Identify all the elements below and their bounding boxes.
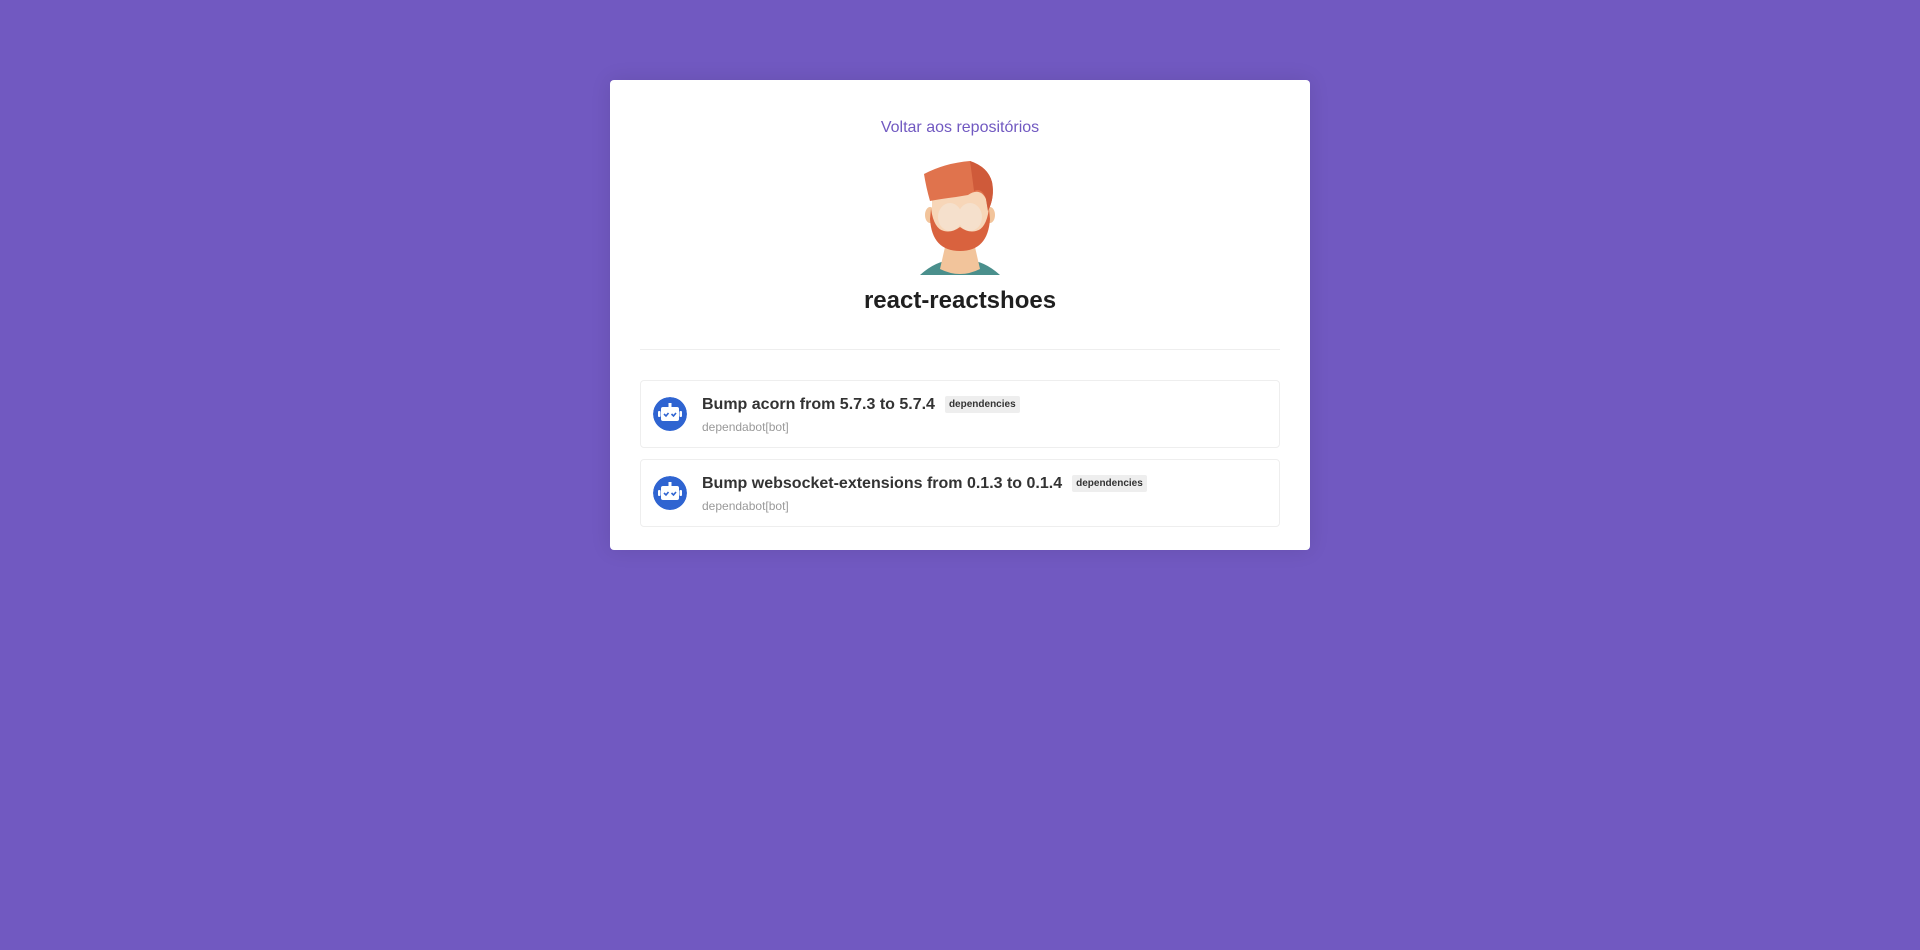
issue-label: dependencies — [1072, 474, 1147, 492]
issue-title-row: Bump acorn from 5.7.3 to 5.7.4 dependenc… — [702, 395, 1020, 414]
dependabot-avatar-icon — [653, 476, 687, 510]
repository-name: react-reactshoes — [863, 287, 1057, 314]
issue-item: Bump acorn from 5.7.3 to 5.7.4 dependenc… — [640, 380, 1280, 448]
repository-card: Voltar aos repositórios react-reactshoes — [610, 80, 1310, 550]
issue-title-link[interactable]: Bump acorn from 5.7.3 to 5.7.4 — [702, 395, 935, 414]
issue-list: Bump acorn from 5.7.3 to 5.7.4 dependenc… — [640, 380, 1280, 527]
issue-author: dependabot[bot] — [702, 498, 789, 513]
issue-title-row: Bump websocket-extensions from 0.1.3 to … — [702, 474, 1147, 493]
issue-body: Bump acorn from 5.7.3 to 5.7.4 dependenc… — [702, 395, 1020, 434]
issue-title-link[interactable]: Bump websocket-extensions from 0.1.3 to … — [702, 474, 1062, 493]
dependabot-avatar-icon — [653, 397, 687, 431]
issue-author: dependabot[bot] — [702, 419, 789, 434]
back-to-repositories-link[interactable]: Voltar aos repositórios — [640, 119, 1280, 137]
divider — [640, 349, 1280, 350]
issue-label: dependencies — [944, 395, 1020, 413]
issue-body: Bump websocket-extensions from 0.1.3 to … — [702, 474, 1147, 513]
owner-avatar — [920, 161, 1000, 275]
issue-item: Bump websocket-extensions from 0.1.3 to … — [640, 459, 1280, 527]
